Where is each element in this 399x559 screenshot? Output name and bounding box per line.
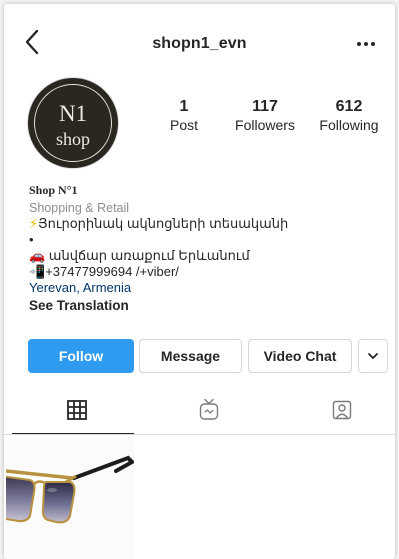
message-button[interactable]: Message [139,339,242,373]
chevron-down-icon [368,353,378,359]
video-chat-button[interactable]: Video Chat [248,339,352,373]
bio-location-link[interactable]: Yerevan, Armenia [29,280,379,296]
tabs-divider [4,434,395,435]
bio-line-phone-text: +37477999694 /+viber/ [45,264,179,279]
stat-posts[interactable]: 1 Post [144,98,224,134]
more-horizontal-icon[interactable] [355,40,377,48]
followers-count: 117 [252,98,278,115]
bio-line-delivery-text: անվճար առաքում Երևանում [45,248,250,263]
profile-bio: Shop N°1 Shopping & Retail ⚡Յուրօրինակ ա… [29,182,379,314]
avatar-logo-line1: N1 [58,101,88,126]
stat-followers[interactable]: 117 Followers [225,98,305,134]
bio-bullet: • [29,232,34,247]
bio-line-assortment-text: Յուրօրինակ ակնոցների տեսականի [38,216,289,231]
bio-line-phone: 📲+37477999694 /+viber/ [29,264,379,280]
phone-icon: 📲 [29,264,46,279]
sunglasses-image [6,438,134,559]
tab-igtv[interactable] [144,386,274,434]
profile-screen: shopn1_evn N1 shop 1 Post 117 Followers … [4,4,395,559]
lightning-icon: ⚡ [29,216,39,231]
post-thumbnail[interactable] [6,438,134,559]
profile-username: shopn1_evn [152,35,247,52]
tab-grid[interactable] [12,386,142,434]
tab-tagged[interactable] [277,386,395,434]
following-count: 612 [335,98,363,115]
top-bar: shopn1_evn [4,4,395,80]
grid-icon [67,400,87,420]
suggested-accounts-button[interactable] [358,339,388,373]
car-icon: 🚗 [29,248,46,263]
bio-line-delivery: 🚗 անվճար առաքում Երևանում [29,248,379,264]
avatar-ring: N1 shop [34,84,112,162]
avatar-logo-line2: shop [55,129,90,149]
following-label: Following [319,117,379,133]
stat-following[interactable]: 612 Following [309,98,389,134]
followers-label: Followers [235,117,295,133]
tagged-icon [332,400,352,420]
follow-button[interactable]: Follow [28,339,134,373]
bio-name: Shop N°1 [29,183,78,197]
bio-category: Shopping & Retail [29,201,130,215]
posts-count: 1 [179,98,189,115]
bio-line-assortment: ⚡Յուրօրինակ ակնոցների տեսականի [29,216,379,232]
posts-label: Post [169,117,198,133]
avatar[interactable]: N1 shop [27,77,119,169]
igtv-icon [199,398,219,420]
see-translation-link[interactable]: See Translation [29,298,379,314]
profile-tabs [4,386,395,436]
